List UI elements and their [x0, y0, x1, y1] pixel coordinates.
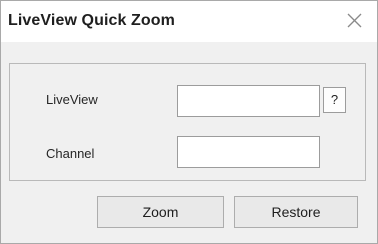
close-icon [347, 13, 362, 28]
channel-input[interactable] [177, 136, 320, 168]
zoom-button[interactable]: Zoom [97, 196, 224, 228]
restore-button[interactable]: Restore [234, 196, 358, 228]
channel-label: Channel [46, 146, 95, 161]
liveview-input[interactable] [177, 85, 320, 117]
liveview-label: LiveView [46, 92, 98, 107]
liveview-quick-zoom-dialog: LiveView Quick Zoom LiveView ? Channel Z… [0, 0, 378, 244]
close-button[interactable] [341, 8, 367, 34]
liveview-help-button[interactable]: ? [323, 87, 346, 113]
dialog-title: LiveView Quick Zoom [8, 12, 175, 29]
title-bar: LiveView Quick Zoom [1, 1, 377, 42]
